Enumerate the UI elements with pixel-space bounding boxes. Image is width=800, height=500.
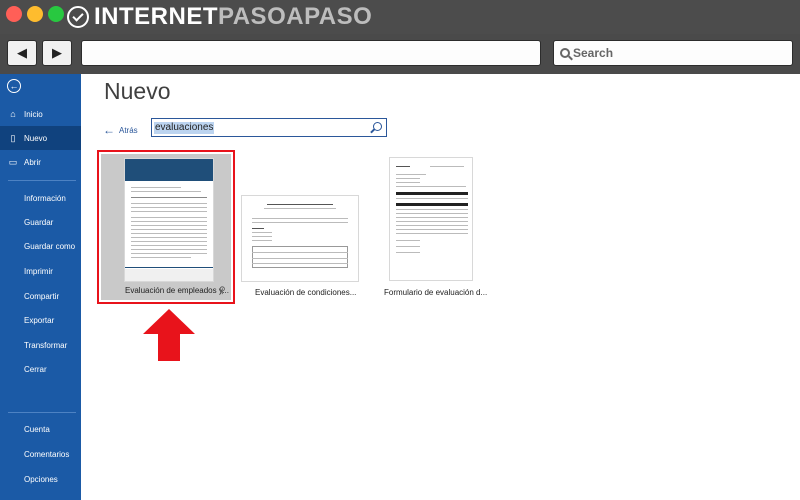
search-query-text: evaluaciones xyxy=(154,122,215,134)
sidebar-divider xyxy=(8,412,76,413)
search-icon[interactable] xyxy=(373,122,382,131)
address-bar[interactable] xyxy=(81,40,541,66)
back-arrow-icon: ◀ xyxy=(17,45,27,60)
sidebar-item-label: Exportar xyxy=(24,315,55,325)
window-titlebar: INTERNET PASOAPASO xyxy=(0,0,800,34)
back-arrow-circle-icon[interactable]: ← xyxy=(7,79,21,93)
page-title: Nuevo xyxy=(104,78,171,104)
backstage-sidebar: ← ⌂ Inicio ▯ Nuevo ▭ Abrir Información G… xyxy=(0,74,81,500)
maximize-window-button[interactable] xyxy=(48,6,64,22)
sidebar-item-imprimir[interactable]: Imprimir xyxy=(0,259,81,283)
sidebar-item-label: Imprimir xyxy=(24,266,53,276)
sidebar-item-cuenta[interactable]: Cuenta xyxy=(0,417,81,441)
back-link[interactable]: ← Atrás xyxy=(103,123,138,137)
template-label: Evaluación de empleados y... xyxy=(125,286,229,295)
sidebar-item-inicio[interactable]: ⌂ Inicio xyxy=(0,102,81,126)
sidebar-item-opciones[interactable]: Opciones xyxy=(0,467,81,491)
browser-forward-button[interactable]: ▶ xyxy=(42,40,72,66)
search-placeholder: Search xyxy=(573,46,614,60)
sidebar-divider xyxy=(8,180,76,181)
template-search-input[interactable]: evaluaciones xyxy=(151,118,387,137)
sidebar-item-label: Guardar como xyxy=(24,241,76,251)
sidebar-item-guardar-como[interactable]: Guardar como xyxy=(0,234,81,258)
template-label: Evaluación de condiciones... xyxy=(255,288,357,297)
logo-accent: PASOAPASO xyxy=(218,3,373,30)
sidebar-item-label: Opciones xyxy=(24,474,58,484)
new-document-panel: Nuevo ← Atrás evaluaciones Evaluación de… xyxy=(81,74,800,500)
sidebar-item-compartir[interactable]: Compartir xyxy=(0,284,81,308)
sidebar-item-transformar[interactable]: Transformar xyxy=(0,333,81,357)
checkmark-logo-icon xyxy=(67,6,89,28)
forward-arrow-icon: ▶ xyxy=(52,45,62,60)
sidebar-item-label: Información xyxy=(24,193,66,203)
sidebar-item-guardar[interactable]: Guardar xyxy=(0,210,81,234)
sidebar-item-abrir[interactable]: ▭ Abrir xyxy=(0,150,81,174)
template-thumbnail-formulario-evaluacion[interactable] xyxy=(389,157,473,281)
word-backstage: ← ⌂ Inicio ▯ Nuevo ▭ Abrir Información G… xyxy=(0,74,800,500)
logo-brand: INTERNET xyxy=(94,3,218,30)
browser-back-button[interactable]: ◀ xyxy=(7,40,37,66)
sidebar-item-label: Comentarios xyxy=(24,449,70,459)
pin-icon[interactable]: ⚲ xyxy=(219,285,226,296)
folder-icon: ▭ xyxy=(8,156,18,167)
back-link-label: Atrás xyxy=(119,125,138,135)
sidebar-item-exportar[interactable]: Exportar xyxy=(0,308,81,332)
template-tile-evaluacion-empleados[interactable]: Evaluación de empleados y... ⚲ xyxy=(97,150,235,304)
sidebar-item-cerrar[interactable]: Cerrar xyxy=(0,357,81,381)
sidebar-item-nuevo[interactable]: ▯ Nuevo xyxy=(0,126,81,150)
close-window-button[interactable] xyxy=(6,6,22,22)
template-thumbnail xyxy=(124,158,214,282)
left-arrow-icon: ← xyxy=(103,123,115,137)
sidebar-item-informacion[interactable]: Información xyxy=(0,186,81,210)
search-icon xyxy=(560,48,570,58)
sidebar-item-label: Cerrar xyxy=(24,364,47,374)
sidebar-item-label: Compartir xyxy=(24,291,60,301)
new-document-icon: ▯ xyxy=(10,132,16,143)
sidebar-item-label: Abrir xyxy=(24,157,41,167)
sidebar-item-label: Transformar xyxy=(24,340,68,350)
template-label: Formulario de evaluación d... xyxy=(384,288,488,297)
home-icon: ⌂ xyxy=(10,109,16,119)
browser-search-field[interactable]: Search xyxy=(553,40,793,66)
sidebar-item-label: Inicio xyxy=(24,109,43,119)
sidebar-item-comentarios[interactable]: Comentarios xyxy=(0,442,81,466)
template-thumbnail-evaluacion-condiciones[interactable] xyxy=(241,195,359,282)
browser-toolbar: ◀ ▶ Search xyxy=(0,34,800,74)
sidebar-item-label: Cuenta xyxy=(24,424,50,434)
site-logo: INTERNET PASOAPASO xyxy=(67,2,372,32)
red-up-arrow-annotation xyxy=(143,309,195,361)
sidebar-item-label: Nuevo xyxy=(24,133,48,143)
minimize-window-button[interactable] xyxy=(27,6,43,22)
sidebar-item-label: Guardar xyxy=(24,217,54,227)
thumbnail-header-band xyxy=(125,159,213,181)
